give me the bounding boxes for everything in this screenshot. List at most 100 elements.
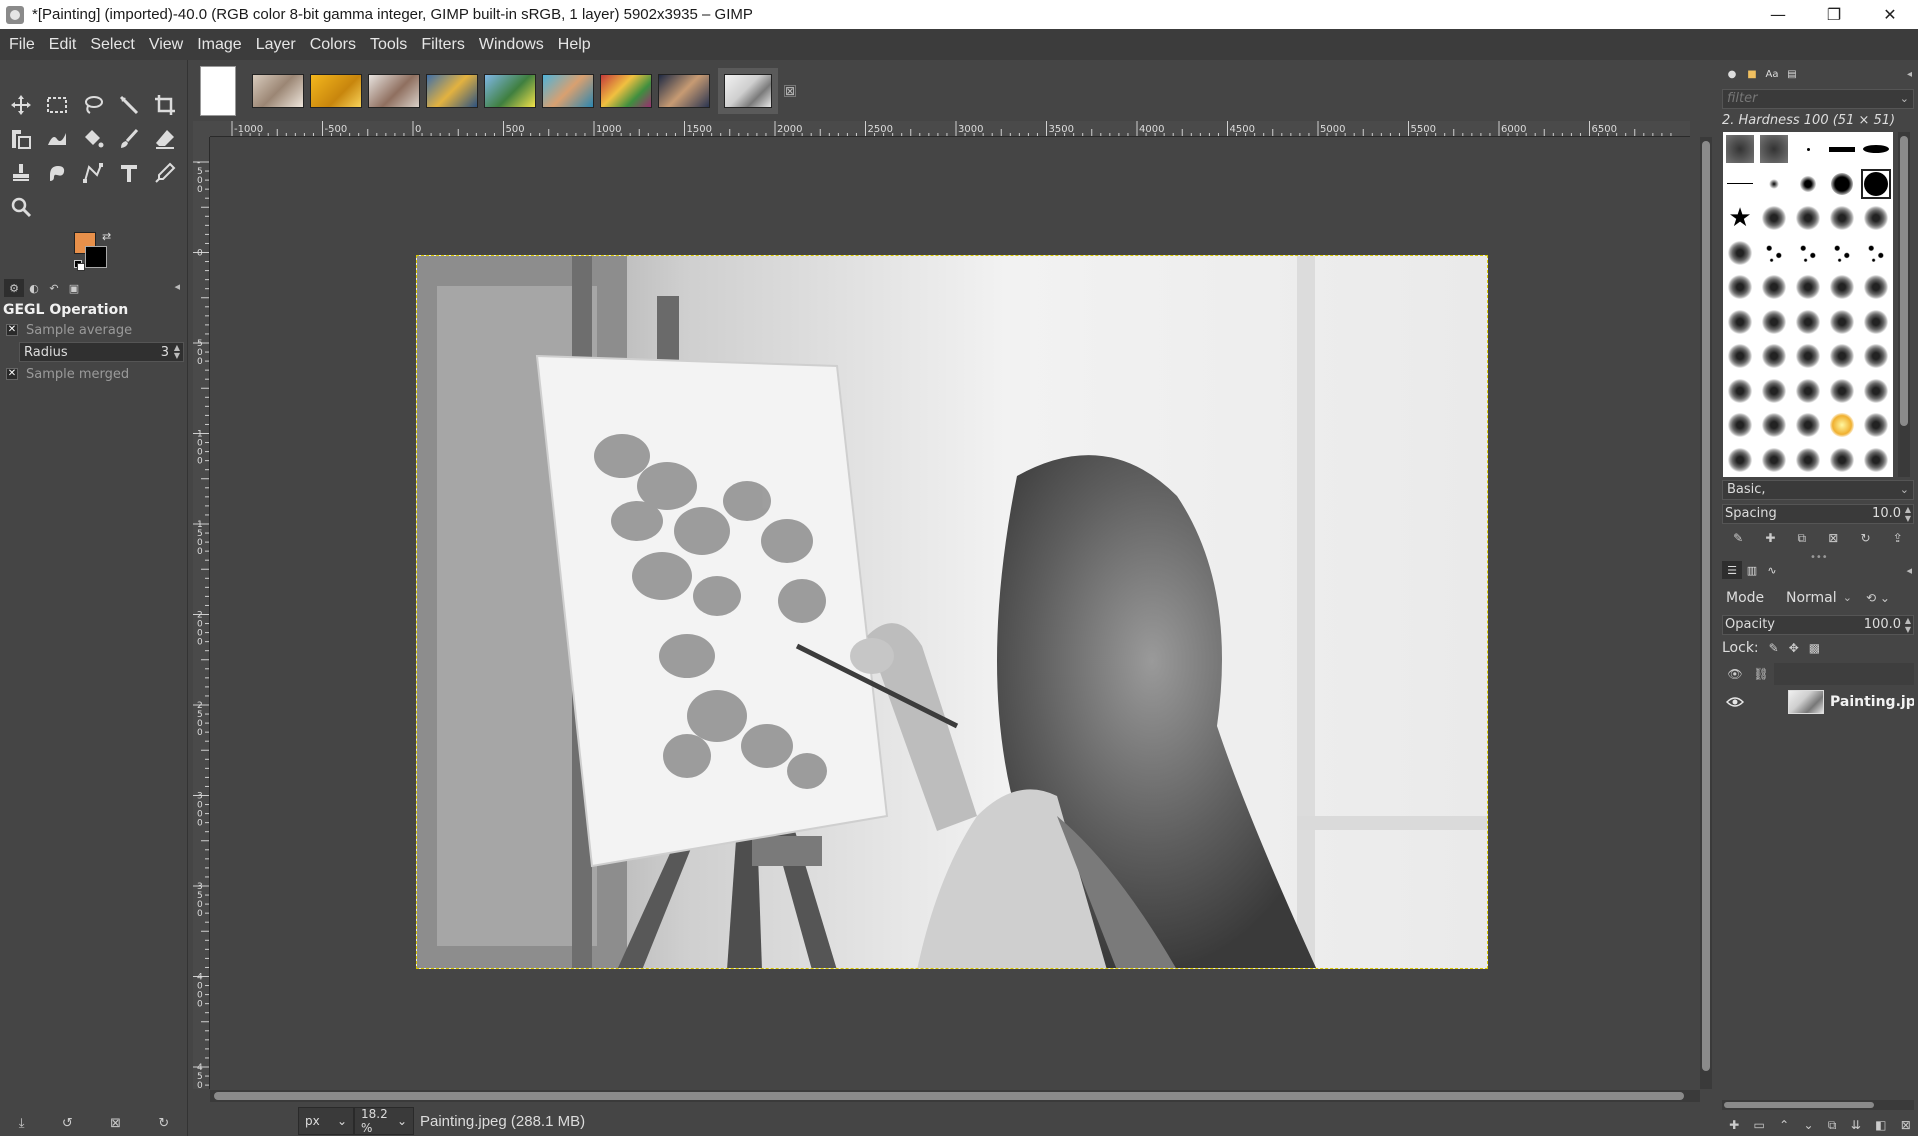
brush-preview[interactable] bbox=[1791, 236, 1825, 271]
minimize-button[interactable]: — bbox=[1750, 0, 1806, 29]
menu-image[interactable]: Image bbox=[190, 36, 248, 54]
smudge-tool-icon[interactable] bbox=[42, 158, 72, 188]
swap-colors-icon[interactable]: ⇄ bbox=[102, 230, 111, 243]
vertical-ruler[interactable]: -500 0 500 1000 1500 2000 2500 3000 3500 4000 4500 bbox=[193, 137, 210, 1089]
paths-tool-icon[interactable] bbox=[78, 158, 108, 188]
brush-preview[interactable] bbox=[1757, 132, 1791, 167]
radius-spinbox[interactable]: Radius 3 ▲ ▼ bbox=[19, 342, 184, 362]
sample-average-checkbox[interactable]: ✕ Sample average bbox=[0, 320, 188, 340]
close-window-button[interactable]: ✕ bbox=[1862, 0, 1918, 29]
brush-preview[interactable] bbox=[1859, 132, 1893, 167]
sample-merged-checkbox[interactable]: ✕ Sample merged bbox=[0, 364, 188, 384]
image-canvas[interactable] bbox=[210, 137, 1694, 1089]
new-layer-icon[interactable]: ✚ bbox=[1729, 1118, 1739, 1132]
warp-tool-icon[interactable] bbox=[42, 124, 72, 154]
menu-select[interactable]: Select bbox=[83, 36, 141, 54]
brush-preview[interactable] bbox=[1825, 305, 1859, 340]
layer-name[interactable]: Painting.jpeg bbox=[1830, 694, 1914, 710]
spin-arrows-icon[interactable]: ▲ ▼ bbox=[1905, 505, 1911, 523]
scroll-thumb[interactable] bbox=[1900, 136, 1908, 426]
menu-view[interactable]: View bbox=[142, 36, 190, 54]
brush-preview[interactable] bbox=[1859, 201, 1893, 236]
restore-button[interactable]: ❐ bbox=[1806, 0, 1862, 29]
default-colors-icon[interactable] bbox=[74, 260, 85, 271]
duplicate-layer-icon[interactable]: ⧉ bbox=[1828, 1118, 1837, 1133]
brushes-tab-icon[interactable]: ● bbox=[1722, 66, 1742, 82]
fuzzy-select-tool-icon[interactable] bbox=[114, 90, 144, 120]
canvas-horizontal-scrollbar[interactable] bbox=[210, 1090, 1700, 1102]
image-tab-active[interactable] bbox=[718, 68, 778, 114]
brush-preview[interactable] bbox=[1757, 167, 1791, 202]
brush-preview[interactable] bbox=[1859, 408, 1893, 443]
brush-preview[interactable] bbox=[1825, 270, 1859, 305]
brush-preview[interactable] bbox=[1723, 408, 1757, 443]
brush-preview[interactable] bbox=[1757, 374, 1791, 409]
paths-tab-icon[interactable]: ∿ bbox=[1762, 561, 1782, 579]
brush-preview[interactable] bbox=[1791, 201, 1825, 236]
brush-preview[interactable] bbox=[1723, 132, 1757, 167]
duplicate-brush-icon[interactable]: ⧉ bbox=[1798, 531, 1807, 546]
brush-preview[interactable]: ★ bbox=[1723, 201, 1757, 236]
menu-filters[interactable]: Filters bbox=[414, 36, 472, 54]
paintbrush-tool-icon[interactable] bbox=[114, 124, 144, 154]
images-tab-icon[interactable]: ▣ bbox=[64, 279, 84, 297]
brush-preview[interactable] bbox=[1825, 374, 1859, 409]
brush-preview[interactable] bbox=[1825, 132, 1859, 167]
crop-tool-icon[interactable] bbox=[150, 90, 180, 120]
zoom-select[interactable]: 18.2 % ⌄ bbox=[354, 1107, 414, 1135]
configure-tab-icon[interactable]: ◂ bbox=[174, 280, 180, 293]
brush-preview[interactable] bbox=[1723, 270, 1757, 305]
delete-options-icon[interactable]: ⊠ bbox=[110, 1116, 121, 1131]
menu-edit[interactable]: Edit bbox=[42, 36, 84, 54]
painting-image[interactable] bbox=[416, 255, 1488, 969]
brush-preview[interactable] bbox=[1859, 305, 1893, 340]
brush-preview[interactable] bbox=[1791, 132, 1825, 167]
menu-layer[interactable]: Layer bbox=[249, 36, 303, 54]
unit-select[interactable]: px ⌄ bbox=[298, 1107, 354, 1135]
device-status-tab-icon[interactable]: ◐ bbox=[24, 279, 44, 297]
lower-layer-icon[interactable]: ⌄ bbox=[1804, 1118, 1814, 1132]
chain-column-icon[interactable]: ⛓ bbox=[1748, 663, 1774, 685]
delete-layer-icon[interactable]: ⊠ bbox=[1901, 1118, 1911, 1132]
save-options-icon[interactable]: ⤓ bbox=[19, 1116, 25, 1131]
close-tab-icon[interactable]: ⊠ bbox=[784, 85, 796, 97]
image-tab-thumbnail[interactable] bbox=[368, 74, 420, 108]
lock-position-icon[interactable]: ✥ bbox=[1789, 641, 1799, 655]
brush-preview[interactable] bbox=[1723, 374, 1757, 409]
brush-preview[interactable] bbox=[1723, 236, 1757, 271]
brush-preview[interactable] bbox=[1791, 443, 1825, 478]
layer-opacity-slider[interactable]: Opacity 100.0 ▲ ▼ bbox=[1722, 615, 1914, 635]
brush-preview[interactable] bbox=[1723, 443, 1757, 478]
brush-preview[interactable] bbox=[1859, 443, 1893, 478]
merge-layer-icon[interactable]: ⇊ bbox=[1851, 1118, 1861, 1132]
spin-arrows-icon[interactable]: ▲ ▼ bbox=[1905, 616, 1911, 634]
brush-preview[interactable] bbox=[1859, 236, 1893, 271]
spin-arrows-icon[interactable]: ▲ ▼ bbox=[174, 344, 180, 360]
brush-preview[interactable] bbox=[1757, 270, 1791, 305]
chevron-down-icon[interactable]: ⌄ bbox=[1900, 90, 1909, 108]
brush-preview[interactable] bbox=[1859, 270, 1893, 305]
bucket-fill-tool-icon[interactable] bbox=[78, 124, 108, 154]
visibility-column-icon[interactable]: 👁 bbox=[1722, 663, 1748, 685]
mode-select[interactable]: Normal ⌄ bbox=[1782, 587, 1856, 609]
lock-alpha-icon[interactable]: ▩ bbox=[1809, 641, 1820, 655]
background-color-swatch[interactable] bbox=[85, 246, 107, 268]
image-tab-thumbnail[interactable] bbox=[426, 74, 478, 108]
layer-visibility-eye-icon[interactable] bbox=[1722, 696, 1748, 708]
menu-colors[interactable]: Colors bbox=[303, 36, 363, 54]
brush-preview[interactable] bbox=[1791, 408, 1825, 443]
brush-preview[interactable] bbox=[1825, 167, 1859, 202]
brush-preview[interactable] bbox=[1757, 443, 1791, 478]
brush-spacing-slider[interactable]: Spacing 10.0 ▲ ▼ bbox=[1722, 504, 1914, 524]
color-picker-tool-icon[interactable] bbox=[150, 158, 180, 188]
brush-grid[interactable]: ★ bbox=[1723, 132, 1893, 477]
image-tab-thumbnail[interactable] bbox=[658, 74, 710, 108]
configure-tab-icon[interactable]: ◂ bbox=[1906, 564, 1912, 577]
eraser-tool-icon[interactable] bbox=[150, 124, 180, 154]
lock-pixels-icon[interactable]: ✎ bbox=[1769, 641, 1779, 655]
restore-options-icon[interactable]: ↺ bbox=[62, 1116, 73, 1131]
undo-history-tab-icon[interactable]: ↶ bbox=[44, 279, 64, 297]
zoom-tool-icon[interactable] bbox=[6, 192, 36, 222]
brush-tag-select[interactable]: Basic, ⌄ bbox=[1722, 480, 1914, 500]
configure-tab-icon[interactable]: ◂ bbox=[1907, 69, 1912, 80]
